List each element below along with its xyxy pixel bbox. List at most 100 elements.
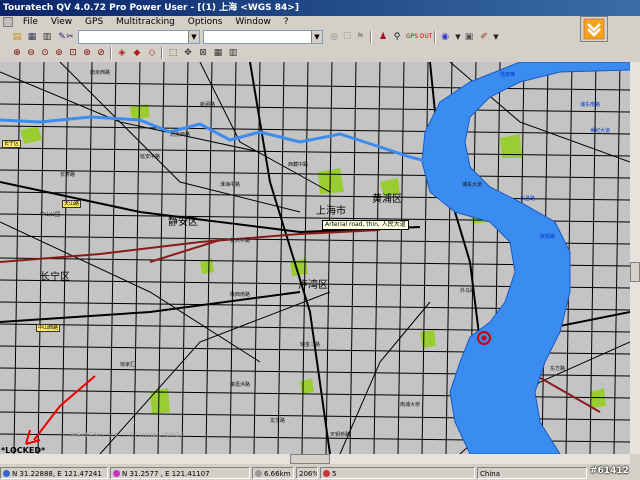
- district-label: 上海市: [316, 206, 346, 217]
- view-icon[interactable]: ◉: [438, 30, 452, 44]
- toolbar-separator: [161, 47, 163, 59]
- zoom-in-icon[interactable]: ⊕: [10, 46, 24, 60]
- toolbar-separator: [434, 31, 436, 43]
- binoculars-icon[interactable]: ♟: [376, 30, 390, 44]
- title-bar[interactable]: Touratech QV 4.0.72 Pro Power User - [(1…: [0, 0, 640, 16]
- gps-out-icon[interactable]: OUT: [419, 30, 433, 44]
- layer-icon[interactable]: ◈: [115, 46, 129, 60]
- chevron-down-icon[interactable]: ▼: [188, 31, 199, 43]
- menu-multitracking[interactable]: Multitracking: [111, 16, 180, 29]
- place-label: 北京西路: [170, 132, 191, 138]
- park-area: [130, 104, 150, 120]
- cursor-coord-text: N 31.22888, E 121.47241: [12, 470, 102, 478]
- place-label: 天钥桥路: [330, 432, 351, 438]
- app-window: Touratech QV 4.0.72 Pro Power User - [(1…: [0, 0, 640, 480]
- zoom-track-icon[interactable]: ⊚: [52, 46, 66, 60]
- layer3-icon[interactable]: ◇: [145, 46, 159, 60]
- position-marker-dot: [481, 335, 487, 341]
- place-label: 南浦大桥: [400, 402, 421, 408]
- toolbar-main: ▤ ▦ ▥ ✎ ✂ ▼ ▼ ◎ ☐ ⚑ ♟ ⚲ GPS OUT ◉ ▼ ▣ ✐ …: [0, 29, 640, 45]
- place-label: 南京西路: [90, 70, 111, 76]
- place-label: 龙华路: [270, 418, 286, 424]
- menu-help[interactable]: ?: [279, 16, 294, 29]
- settings-icon[interactable]: ▣: [462, 30, 476, 44]
- position-icon: [113, 470, 120, 477]
- zoom-out-icon[interactable]: ⊖: [24, 46, 38, 60]
- elevated-highway: [0, 229, 381, 263]
- chevron-down-icon[interactable]: ▼: [311, 31, 322, 43]
- region-text: China: [480, 470, 500, 478]
- district-label: 黄浦区: [372, 194, 402, 205]
- target-icon[interactable]: ◎: [327, 30, 341, 44]
- road-tag: 中山西路: [36, 324, 61, 332]
- count-text: 5: [332, 470, 337, 478]
- menu-window[interactable]: Window: [230, 16, 276, 29]
- search-icon[interactable]: ⚲: [390, 30, 404, 44]
- track-icon: [323, 470, 330, 477]
- menu-file[interactable]: File: [18, 16, 43, 29]
- select-icon[interactable]: ⬚: [166, 46, 180, 60]
- menu-options[interactable]: Options: [183, 16, 228, 29]
- status-cursor-coord: N 31.22888, E 121.47241: [0, 467, 108, 479]
- place-label: 陆家嘴: [500, 72, 516, 78]
- place-label: 浦东南路: [580, 102, 601, 108]
- status-zoom: 206%: [296, 467, 318, 479]
- district-label: 静安区: [168, 217, 198, 228]
- toolbar-separator: [370, 31, 372, 43]
- district-label: 长宁区: [40, 272, 70, 283]
- image-stamp: #61412: [590, 466, 629, 476]
- road-tooltip: Arterial road, thin, 人民大道: [322, 220, 409, 230]
- layer2-icon[interactable]: ◆: [130, 46, 144, 60]
- road-major: [249, 62, 331, 454]
- save-icon[interactable]: ▦: [25, 30, 39, 44]
- park-area: [300, 378, 314, 394]
- waypoint-select[interactable]: ▼: [203, 30, 323, 44]
- place-label: 外马路: [460, 288, 476, 294]
- grid-icon[interactable]: ▦: [211, 46, 225, 60]
- place-label: 东昌路: [520, 196, 536, 202]
- menu-view[interactable]: View: [46, 16, 77, 29]
- hand-icon[interactable]: ✥: [181, 46, 195, 60]
- status-region: China: [477, 467, 587, 479]
- district-label: 卢湾区: [298, 280, 328, 291]
- zoom-text: 206%: [299, 470, 318, 478]
- distance-text: 6.66km 119: [264, 470, 293, 478]
- window-title: Touratech QV 4.0.72 Pro Power User - [(1…: [3, 3, 299, 13]
- status-distance: 6.66km 119: [252, 467, 294, 479]
- map-canvas[interactable]: 静安区 长宁区 卢湾区 黄浦区 上海市 南京西路 延安中路 淮海中路 复兴中路 …: [0, 62, 630, 454]
- road-tag: 天山路: [62, 200, 82, 208]
- toolbar-separator: [110, 47, 112, 59]
- park-area: [20, 126, 42, 144]
- flag-icon[interactable]: ⚑: [353, 30, 367, 44]
- distance-icon: [255, 470, 262, 477]
- place-label: 长寿路: [60, 172, 76, 178]
- vertical-scroll-thumb[interactable]: [630, 262, 640, 282]
- zoom-reset-icon[interactable]: ⊘: [94, 46, 108, 60]
- zoom-all-icon[interactable]: ⊛: [80, 46, 94, 60]
- zoom-area-icon[interactable]: ⊡: [66, 46, 80, 60]
- vertical-scrollbar[interactable]: [630, 62, 640, 454]
- open-icon[interactable]: ▤: [10, 30, 24, 44]
- split-icon[interactable]: ▥: [226, 46, 240, 60]
- park-area: [318, 168, 344, 194]
- horizontal-scrollbar[interactable]: [0, 454, 630, 464]
- zoom-fit-icon[interactable]: ⊙: [38, 46, 52, 60]
- status-count: 5: [320, 467, 475, 479]
- tool-dropdown-icon[interactable]: ▼: [489, 30, 503, 44]
- position-coord-text: N 31.2577 , E 121.41107: [122, 470, 210, 478]
- cut-icon[interactable]: ✂: [63, 30, 77, 44]
- place-label: 张杨路: [540, 234, 556, 240]
- checkbox-icon[interactable]: ☐: [340, 30, 354, 44]
- print-icon[interactable]: ▥: [40, 30, 54, 44]
- map-drawing: [0, 62, 630, 454]
- track-select[interactable]: ▼: [78, 30, 200, 44]
- place-label: 肇嘉浜路: [230, 382, 251, 388]
- locked-label: *LOCKED*: [1, 446, 46, 454]
- place-label: 陕西南路: [230, 292, 251, 298]
- measure-icon[interactable]: ⊠: [196, 46, 210, 60]
- menu-gps[interactable]: GPS: [80, 16, 108, 29]
- system-menu-icon[interactable]: [3, 17, 13, 27]
- horizontal-scroll-thumb[interactable]: [290, 454, 330, 464]
- place-label: 延安中路: [140, 154, 161, 160]
- gps-icon[interactable]: GPS: [405, 30, 419, 44]
